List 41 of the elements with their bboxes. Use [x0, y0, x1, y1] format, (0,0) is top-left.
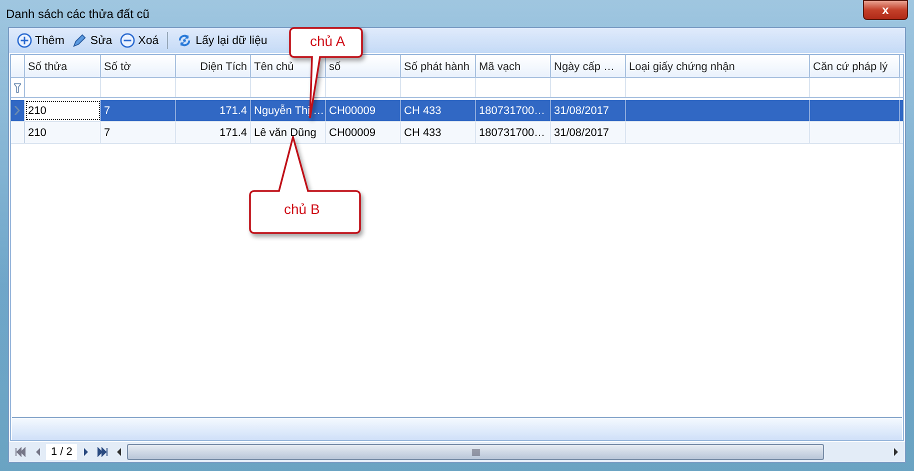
table-cell: 180731700… — [479, 126, 546, 138]
toolbar-button[interactable]: Lấy lại dữ liệu — [174, 33, 270, 48]
table-cell: CH00009 — [329, 126, 376, 138]
column-header[interactable]: Ngày cấp … — [551, 55, 626, 77]
callout-label: chủ B — [284, 201, 320, 217]
callout-label: chủ A — [310, 33, 346, 49]
filter-icon[interactable] — [14, 82, 21, 92]
table-cell: 210 — [28, 104, 46, 116]
column-header[interactable]: Diện Tích — [176, 55, 251, 77]
toolbar-button[interactable]: Thêm — [15, 33, 66, 48]
table-cell: 180731700… — [479, 104, 546, 116]
table-cell: 31/08/2017 — [554, 126, 610, 138]
table-row[interactable]: 210 7 171.4 Lê văn Dũng CH00009 CH 433 180731700… 31/08/2017 — [11, 122, 903, 144]
table-cell: 7 — [104, 104, 110, 116]
window-title: Danh sách các thửa đất cũ — [6, 6, 150, 20]
table-cell: Lê văn Dũng — [254, 126, 316, 138]
table-cell: 171.4 — [219, 126, 247, 138]
column-header[interactable]: số — [326, 55, 401, 77]
table-cell: CH 433 — [404, 126, 442, 138]
pencil-icon — [72, 33, 88, 48]
table-cell: CH00009 — [329, 104, 376, 116]
table-cell: Nguyễn Thị … — [254, 104, 324, 116]
table-cell: 31/08/2017 — [554, 104, 610, 116]
table-cell: 210 — [28, 126, 46, 138]
plus-circle-icon — [17, 33, 32, 48]
table-row[interactable]: 210 7 171.4 Nguyễn Thị … CH00009 CH 433 180731700… 31/08/2017 — [11, 100, 903, 122]
close-button[interactable]: x — [863, 0, 908, 20]
table-cell: CH 433 — [404, 104, 442, 116]
column-header[interactable]: Số phát hành — [401, 55, 476, 77]
minus-circle-icon — [120, 33, 136, 48]
toolbar-button[interactable]: Xoá — [118, 33, 161, 48]
table-cell: 7 — [104, 126, 110, 138]
column-header[interactable]: Số thửa — [25, 55, 101, 77]
row-pointer-icon — [14, 106, 20, 115]
column-header[interactable]: Mã vạch — [476, 55, 551, 77]
table-cell: 171.4 — [219, 104, 247, 116]
page-indicator: 1 / 2 — [46, 444, 78, 460]
toolbar-button[interactable]: Sửa — [70, 33, 114, 48]
column-header[interactable]: Số tờ — [101, 55, 176, 77]
column-header[interactable]: Căn cứ pháp lý — [810, 55, 900, 77]
column-header[interactable]: Loại giấy chứng nhận — [626, 55, 810, 77]
